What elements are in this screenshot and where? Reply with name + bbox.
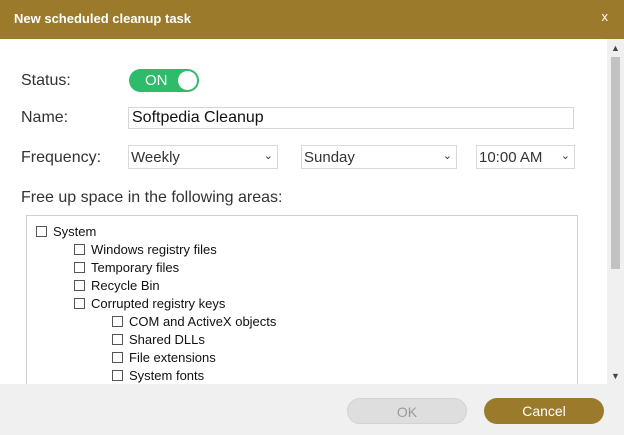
tree-item-label: File extensions — [129, 350, 216, 365]
tree-item-label: Shared DLLs — [129, 332, 205, 347]
checkbox[interactable] — [112, 334, 123, 345]
checkbox[interactable] — [36, 226, 47, 237]
frequency-label: Frequency: — [21, 149, 102, 166]
areas-heading: Free up space in the following areas: — [21, 189, 283, 206]
ok-button[interactable]: OK — [347, 398, 467, 424]
tree-item-label: COM and ActiveX objects — [129, 314, 277, 329]
checkbox[interactable] — [112, 352, 123, 363]
period-value: Weekly — [131, 149, 180, 166]
tree-item-label: Windows registry files — [91, 242, 217, 257]
scroll-up-icon[interactable]: ▲ — [611, 43, 620, 53]
dialog-footer: OK Cancel — [0, 384, 624, 435]
day-value: Sunday — [304, 149, 355, 166]
chevron-down-icon: ⌄ — [560, 150, 570, 162]
scrollbar-thumb[interactable] — [611, 57, 620, 269]
time-value: 10:00 AM — [479, 149, 543, 166]
toggle-text: ON — [145, 72, 168, 89]
tree-item-label: System — [53, 224, 97, 239]
chevron-down-icon: ⌄ — [263, 150, 273, 162]
period-select[interactable]: Weekly ⌄ — [128, 145, 278, 169]
checkbox[interactable] — [74, 244, 85, 255]
chevron-down-icon: ⌄ — [442, 150, 452, 162]
checkbox[interactable] — [112, 316, 123, 327]
areas-tree: System Windows registry files Temporary … — [26, 215, 578, 393]
window-title: New scheduled cleanup task — [14, 11, 192, 26]
name-input[interactable] — [128, 107, 574, 129]
tree-item-label: Corrupted registry keys — [91, 296, 226, 311]
dialog-scrollbar[interactable]: ▲ ▼ — [607, 39, 624, 384]
tree-item-label: System fonts — [129, 368, 205, 383]
cancel-button[interactable]: Cancel — [484, 398, 604, 424]
title-bar: New scheduled cleanup task x — [0, 0, 624, 39]
status-toggle[interactable]: ON — [129, 69, 199, 92]
name-label: Name: — [21, 109, 69, 126]
checkbox[interactable] — [74, 298, 85, 309]
checkbox[interactable] — [74, 280, 85, 291]
tree-item-label: Temporary files — [91, 260, 180, 275]
day-select[interactable]: Sunday ⌄ — [301, 145, 457, 169]
close-icon[interactable]: x — [602, 9, 609, 24]
time-select[interactable]: 10:00 AM ⌄ — [476, 145, 575, 169]
tree-item-label: Recycle Bin — [91, 278, 160, 293]
checkbox[interactable] — [112, 370, 123, 381]
scroll-down-icon[interactable]: ▼ — [611, 371, 620, 381]
status-label: Status: — [21, 72, 71, 89]
toggle-knob — [178, 71, 197, 90]
checkbox[interactable] — [74, 262, 85, 273]
